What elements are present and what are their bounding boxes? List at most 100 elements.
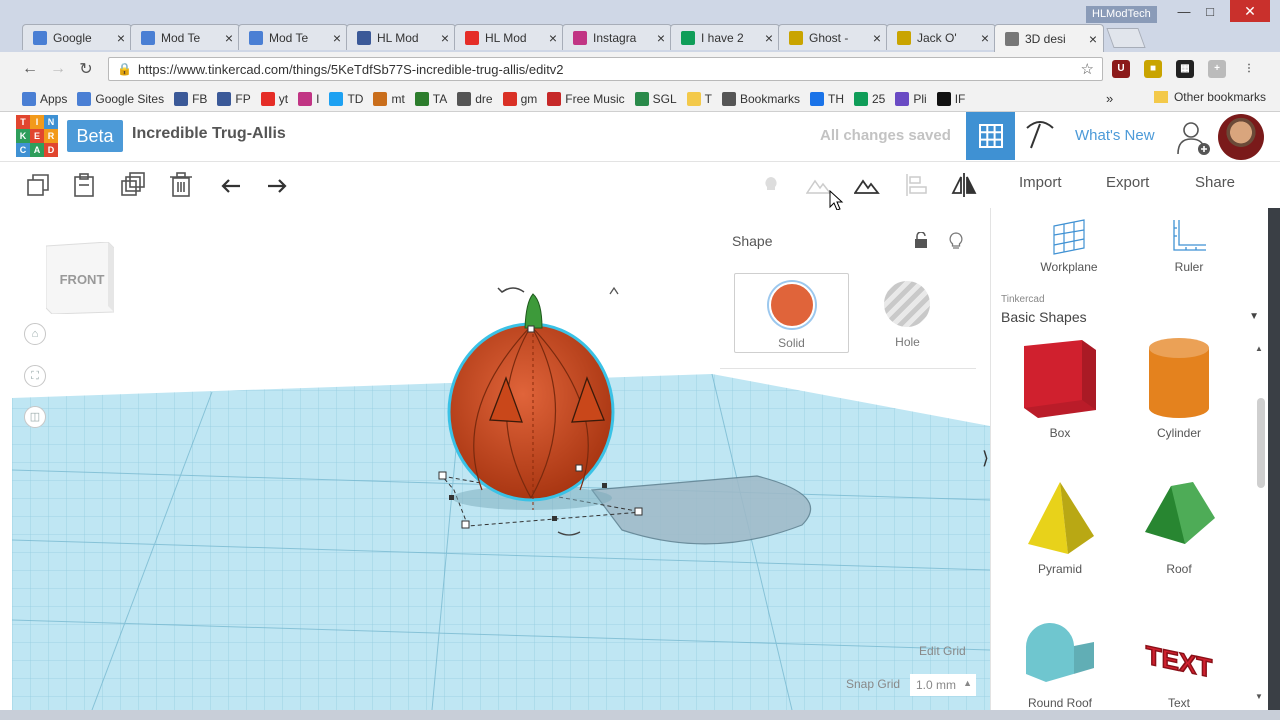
profile-name[interactable]: HLModTech: [1086, 6, 1157, 23]
share-button[interactable]: Share: [1195, 174, 1235, 191]
bookmark-item[interactable]: IF: [936, 91, 965, 106]
snap-grid-select[interactable]: 1.0 mm ▲: [910, 674, 976, 696]
menu-icon[interactable]: ⋮: [1240, 60, 1258, 78]
bookmark-item[interactable]: Bookmarks: [721, 91, 800, 106]
bookmark-item[interactable]: T: [686, 91, 712, 106]
browser-tab[interactable]: I have 2 ×: [670, 24, 780, 50]
library-scrollbar[interactable]: [1257, 398, 1265, 488]
bookmark-item[interactable]: TH: [810, 91, 844, 106]
bookmark-item[interactable]: TA: [414, 91, 447, 106]
tab-close-icon[interactable]: ×: [1089, 31, 1097, 47]
bookmark-item[interactable]: Google Sites: [77, 91, 164, 106]
perspective-icon[interactable]: ◫: [24, 406, 46, 428]
browser-tab[interactable]: Ghost - ×: [778, 24, 888, 50]
shape-round-roof[interactable]: Round Roof: [1005, 612, 1115, 710]
other-bookmarks[interactable]: Other bookmarks: [1153, 90, 1266, 104]
ruler-tool[interactable]: Ruler: [1149, 218, 1229, 274]
scroll-down-icon[interactable]: ▼: [1255, 692, 1263, 701]
extension-grid-icon[interactable]: ▦: [1176, 60, 1194, 78]
shape-text[interactable]: TEXT Text: [1124, 612, 1234, 710]
bookmark-item[interactable]: yt: [260, 91, 288, 106]
scroll-up-icon[interactable]: ▲: [1255, 344, 1263, 353]
redo-button[interactable]: [263, 171, 291, 199]
group-button[interactable]: [853, 171, 881, 199]
undo-button[interactable]: [217, 171, 245, 199]
shape-roof[interactable]: Roof: [1124, 478, 1234, 576]
bookmark-item[interactable]: I: [298, 91, 319, 106]
notes-button[interactable]: [757, 171, 785, 199]
maximize-icon[interactable]: □: [1196, 4, 1224, 19]
tab-close-icon[interactable]: ×: [765, 30, 773, 46]
tab-close-icon[interactable]: ×: [225, 30, 233, 46]
bookmark-item[interactable]: gm: [502, 91, 537, 106]
bookmark-item[interactable]: Free Music: [547, 91, 625, 106]
hole-swatch[interactable]: [884, 281, 930, 327]
project-title[interactable]: Incredible Trug-Allis: [132, 125, 286, 143]
tab-close-icon[interactable]: ×: [333, 30, 341, 46]
browser-tab[interactable]: Mod Te ×: [238, 24, 348, 50]
import-button[interactable]: Import: [1019, 174, 1062, 191]
solid-option[interactable]: Solid: [734, 273, 849, 353]
collapse-panel-icon[interactable]: ⟩: [982, 448, 989, 469]
browser-tab[interactable]: HL Mod ×: [454, 24, 564, 50]
reload-icon[interactable]: ↻: [72, 59, 100, 79]
browser-tab[interactable]: 3D desi ×: [994, 24, 1104, 52]
new-tab-button[interactable]: [1106, 28, 1146, 48]
solid-color-swatch[interactable]: [769, 282, 815, 328]
add-user-button[interactable]: [1176, 120, 1212, 156]
bookmark-item[interactable]: mt: [373, 91, 405, 106]
whats-new-link[interactable]: What's New: [1075, 127, 1155, 144]
bookmark-item[interactable]: Pli: [895, 91, 927, 106]
tab-close-icon[interactable]: ×: [873, 30, 881, 46]
bookmark-item[interactable]: Apps: [22, 91, 67, 106]
view-cube[interactable]: FRONT: [45, 241, 115, 315]
hole-option[interactable]: Hole: [850, 273, 965, 353]
back-icon[interactable]: ←: [16, 60, 44, 78]
shape-pyramid[interactable]: Pyramid: [1005, 478, 1115, 576]
bookmark-item[interactable]: TD: [329, 91, 363, 106]
browser-tab[interactable]: Google ×: [22, 24, 132, 50]
blocks-view-button[interactable]: [1020, 118, 1060, 154]
user-avatar[interactable]: [1218, 114, 1264, 160]
duplicate-button[interactable]: [119, 171, 147, 199]
copy-button[interactable]: [24, 171, 52, 199]
extension-plus-icon[interactable]: +: [1208, 60, 1226, 78]
forward-icon[interactable]: →: [44, 60, 72, 78]
tab-close-icon[interactable]: ×: [981, 30, 989, 46]
edit-grid-button[interactable]: Edit Grid: [919, 644, 966, 658]
bookmark-item[interactable]: dre: [457, 91, 493, 106]
3d-view-button[interactable]: [966, 112, 1015, 160]
bookmark-item[interactable]: FP: [217, 91, 251, 106]
bookmark-star-icon[interactable]: ☆: [1081, 60, 1094, 78]
bookmarks-more-button[interactable]: »: [1106, 91, 1113, 106]
workplane-tool[interactable]: Workplane: [1029, 218, 1109, 274]
paste-button[interactable]: [70, 171, 98, 199]
tab-close-icon[interactable]: ×: [657, 30, 665, 46]
delete-button[interactable]: [167, 171, 195, 199]
lightbulb-icon[interactable]: [948, 232, 964, 250]
shape-box[interactable]: Box: [1005, 338, 1115, 440]
bookmark-item[interactable]: 25: [854, 91, 885, 106]
minimize-icon[interactable]: —: [1170, 4, 1198, 19]
ublock-icon[interactable]: U: [1112, 60, 1130, 78]
home-view-icon[interactable]: ⌂: [24, 323, 46, 345]
lock-icon[interactable]: [914, 232, 928, 248]
browser-tab[interactable]: Mod Te ×: [130, 24, 240, 50]
browser-tab[interactable]: HL Mod ×: [346, 24, 456, 50]
mirror-button[interactable]: [950, 171, 978, 199]
tab-close-icon[interactable]: ×: [441, 30, 449, 46]
bookmark-item[interactable]: FB: [174, 91, 207, 106]
export-button[interactable]: Export: [1106, 174, 1149, 191]
window-close-icon[interactable]: ✕: [1230, 0, 1270, 22]
extension-icon[interactable]: ■: [1144, 60, 1162, 78]
tab-close-icon[interactable]: ×: [549, 30, 557, 46]
fit-view-icon[interactable]: ⛶: [24, 365, 46, 387]
bookmark-item[interactable]: SGL: [634, 91, 677, 106]
address-bar[interactable]: 🔒 https://www.tinkercad.com/things/5KeTd…: [108, 57, 1103, 81]
align-button[interactable]: [903, 171, 931, 199]
tinkercad-logo[interactable]: TINKERCAD: [16, 115, 58, 157]
tab-close-icon[interactable]: ×: [117, 30, 125, 46]
browser-tab[interactable]: Jack O' ×: [886, 24, 996, 50]
browser-tab[interactable]: Instagra ×: [562, 24, 672, 50]
shape-cylinder[interactable]: Cylinder: [1124, 338, 1234, 440]
